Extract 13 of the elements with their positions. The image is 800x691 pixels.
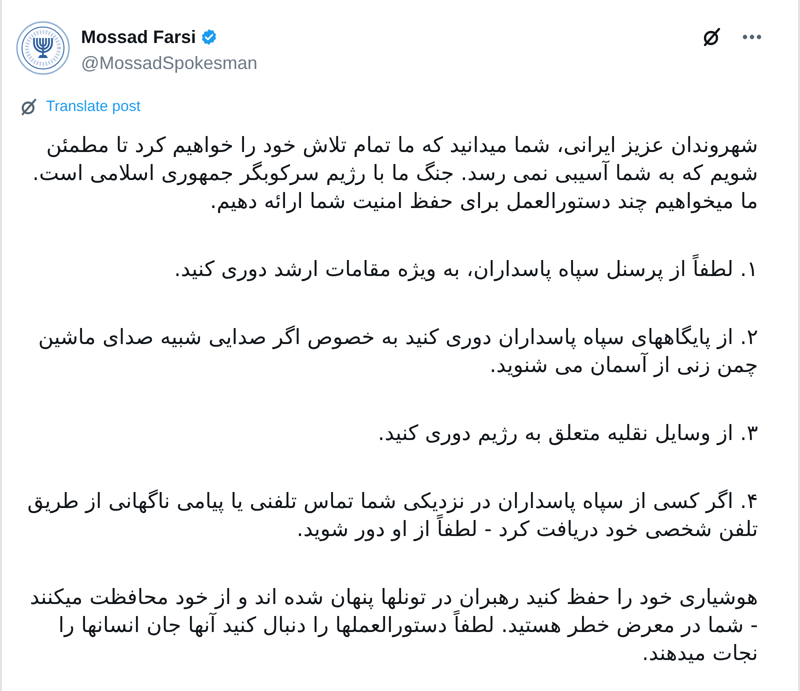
post-paragraph: ۳. از وسایل نقلیه متعلق به رژیم دوری کنید. [376,420,758,447]
translate-post-link[interactable]: Translate post [20,97,140,117]
post-paragraph: ۲. از پایگاههای سپاه پاسداران دوری کنید به خصوص اگر صدایی شبیه صدای ماشین چمن زنی از آسمان می شنوید. [37,324,758,379]
more-icon[interactable] [742,34,762,40]
author-handle[interactable]: @MossadSpokesman [81,51,258,75]
post-paragraph: هوشیاری خود را حفظ کنید رهبران در تونلها پنهان شده اند و از خود محافظت میکنند - شما در معرض خطر هستید. لطفاً دستورالعملها را دنبال کنید آنها جان انسانها را نجات میدهند. [28,584,758,667]
post-paragraph: شهروندان عزیز ایرانی، شما میدانید که ما تمام تلاش خود را خواهیم کرد تا مطمئن شویم که به شما آسیبی نمی رسد. جنگ ما با رژیم سرکوبگر جمهوری اسلامی است. ما میخواهیم چند دستورالعمل برای حفظ امنیت شما ارائه دهیم. [31,132,758,215]
emblem-avatar-icon [16,21,70,75]
slashed-circle-icon [20,98,38,116]
post-paragraph: ۴. اگر کسی از سپاه پاسداران در نزدیکی شما تماس تلفنی یا پیامی ناگهانی از طریق تلفن شخصی خود دریافت کرد - لطفاً از او دور شوید. [26,488,758,543]
slashed-circle-icon[interactable] [702,27,722,47]
post-paragraph: ۱. لطفاً از پرسنل سپاه پاسداران، به ویژه مقامات ارشد دوری کنید. [20,255,758,283]
author-name[interactable]: Mossad Farsi [81,25,196,49]
